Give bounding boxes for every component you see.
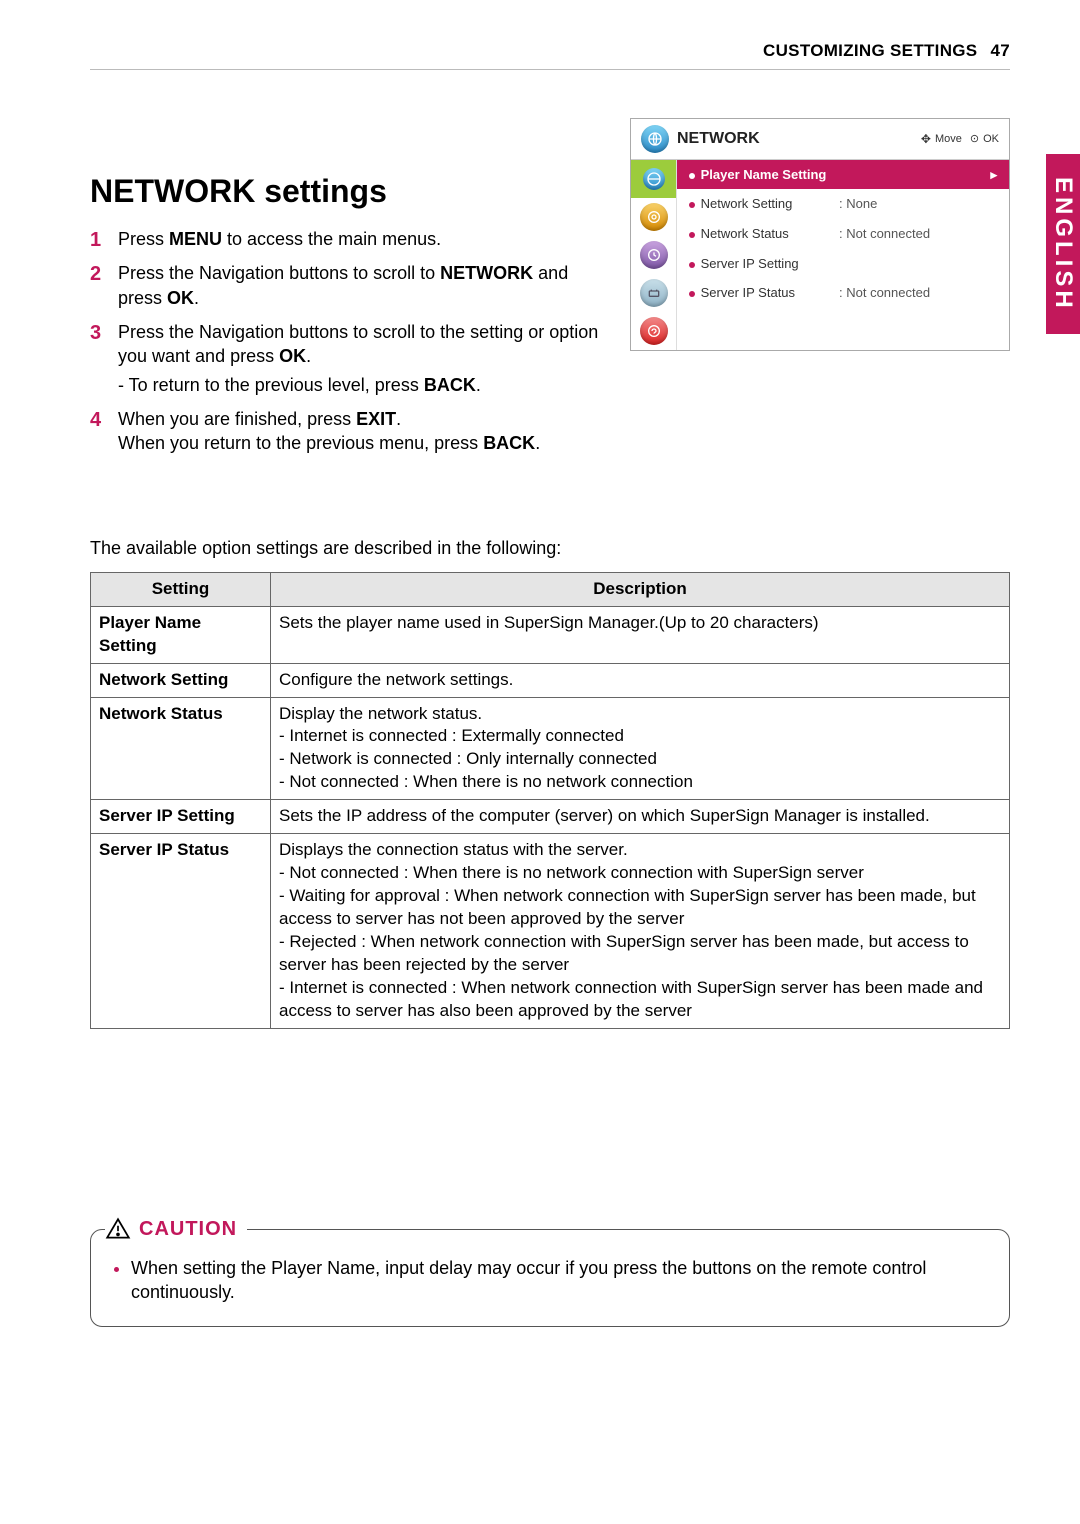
- osd-side-tab-time[interactable]: [631, 236, 676, 274]
- osd-row-server-ip-status[interactable]: Server IP Status : Not connected: [677, 278, 1009, 308]
- settings-table: Setting Description Player Name Setting …: [90, 572, 1010, 1029]
- osd-titlebar: NETWORK ✥ Move ⊙ OK: [631, 119, 1009, 160]
- language-tab: ENGLISH: [1046, 154, 1080, 334]
- osd-menu: NETWORK ✥ Move ⊙ OK: [630, 118, 1010, 351]
- page-number: 47: [990, 41, 1010, 60]
- step-item: Press the Navigation buttons to scroll t…: [90, 320, 610, 397]
- table-row: Server IP Setting Sets the IP address of…: [91, 800, 1010, 834]
- target-icon: [640, 203, 668, 231]
- th-description: Description: [271, 572, 1010, 606]
- caution-label: CAUTION: [139, 1216, 237, 1243]
- step-text: When you are finished, press EXIT.When y…: [118, 409, 540, 453]
- step-item: Press MENU to access the main menus.: [90, 227, 610, 251]
- clock-icon: [640, 241, 668, 269]
- table-row: Player Name Setting Sets the player name…: [91, 606, 1010, 663]
- settings-icon: [640, 279, 668, 307]
- section-title: NETWORK settings: [90, 170, 610, 213]
- table-row: Network Setting Configure the network se…: [91, 663, 1010, 697]
- osd-row-network-setting[interactable]: Network Setting : None: [677, 189, 1009, 219]
- cell-description: Displays the connection status with the …: [271, 834, 1010, 1029]
- dpad-icon: ✥: [921, 131, 931, 147]
- network-globe-icon: [641, 125, 669, 153]
- osd-side-tab-support[interactable]: [631, 312, 676, 350]
- step-text: Press MENU to access the main menus.: [118, 229, 441, 249]
- osd-side-tab-media[interactable]: [631, 198, 676, 236]
- caution-header: CAUTION: [105, 1216, 247, 1243]
- table-intro: The available option settings are descri…: [90, 536, 1010, 560]
- osd-row-server-ip-setting[interactable]: Server IP Setting: [677, 249, 1009, 279]
- osd-side-tab-option[interactable]: [631, 274, 676, 312]
- step-item: Press the Navigation buttons to scroll t…: [90, 261, 610, 310]
- osd-row-network-status[interactable]: Network Status : Not connected: [677, 219, 1009, 249]
- osd-title: NETWORK: [677, 128, 913, 150]
- osd-side-tab-network[interactable]: [631, 160, 676, 198]
- top-rule: [90, 69, 1010, 70]
- table-row: Server IP Status Displays the connection…: [91, 834, 1010, 1029]
- step-item: When you are finished, press EXIT.When y…: [90, 407, 610, 456]
- cell-description: Sets the player name used in SuperSign M…: [271, 606, 1010, 663]
- osd-hint-move: ✥ Move: [921, 131, 962, 147]
- th-setting: Setting: [91, 572, 271, 606]
- running-head-label: CUSTOMIZING SETTINGS: [763, 41, 977, 60]
- caution-box: CAUTION When setting the Player Name, in…: [90, 1229, 1010, 1328]
- step-text: Press the Navigation buttons to scroll t…: [118, 263, 568, 307]
- caution-item: When setting the Player Name, input dela…: [131, 1256, 987, 1305]
- network-globe-icon: [643, 168, 665, 190]
- osd-content: Player Name Setting ▸ Network Setting : …: [677, 160, 1009, 350]
- cell-description: Sets the IP address of the computer (ser…: [271, 800, 1010, 834]
- cell-description: Configure the network settings.: [271, 663, 1010, 697]
- support-icon: [640, 317, 668, 345]
- table-row: Network Status Display the network statu…: [91, 697, 1010, 800]
- warning-triangle-icon: [105, 1216, 131, 1242]
- running-head: CUSTOMIZING SETTINGS 47: [90, 40, 1010, 63]
- osd-row-player-name[interactable]: Player Name Setting ▸: [677, 160, 1009, 190]
- steps-list: Press MENU to access the main menus. Pre…: [90, 227, 610, 455]
- cell-description: Display the network status.- Internet is…: [271, 697, 1010, 800]
- step-sub: - To return to the previous level, press…: [118, 373, 610, 397]
- ok-dot-icon: ⊙: [970, 132, 979, 147]
- osd-sidebar: [631, 160, 677, 350]
- chevron-right-icon: ▸: [990, 166, 997, 184]
- step-text: Press the Navigation buttons to scroll t…: [118, 322, 598, 366]
- osd-hint-ok: ⊙ OK: [970, 132, 999, 147]
